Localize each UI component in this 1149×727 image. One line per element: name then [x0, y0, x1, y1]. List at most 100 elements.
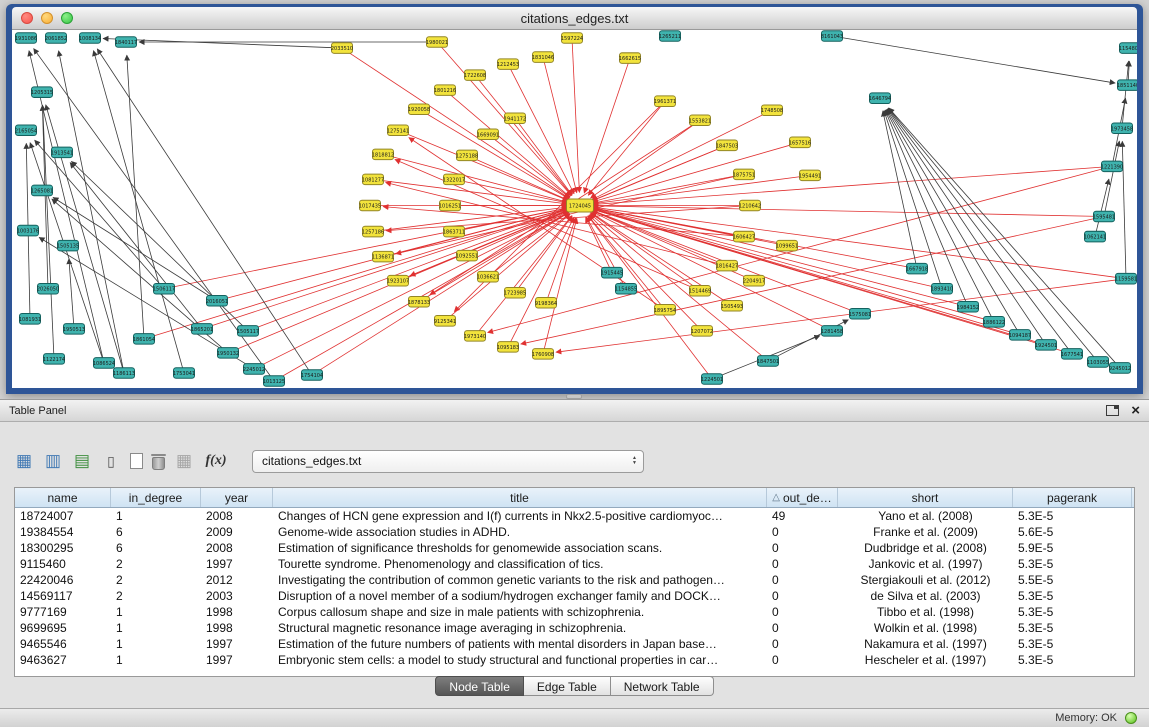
graph-node[interactable]: 1950513	[63, 324, 85, 335]
graph-edge-red[interactable]	[572, 38, 579, 192]
graph-edge-black[interactable]	[1095, 179, 1109, 237]
graph-node[interactable]: 1950132	[217, 348, 239, 359]
table-row[interactable]: 1938455462009Genome-wide association stu…	[15, 524, 1134, 540]
graph-edge-red[interactable]	[383, 154, 567, 202]
graph-node[interactable]: 1597224	[561, 33, 583, 44]
graph-edge-black[interactable]	[884, 111, 942, 289]
graph-node[interactable]: 1915445	[601, 267, 623, 278]
show-columns-icon[interactable]: ▥	[43, 451, 63, 471]
table-row[interactable]: 946362711997Embryonic stem cells: a mode…	[15, 652, 1134, 668]
graph-node[interactable]: 1895754	[654, 305, 676, 316]
graph-node[interactable]: 1008134	[79, 33, 101, 44]
function-builder-icon[interactable]: f(x)	[203, 451, 229, 471]
graph-node[interactable]: 9245012	[1109, 363, 1131, 374]
graph-node[interactable]: 1265211	[659, 31, 681, 42]
graph-node[interactable]: 1606427	[733, 231, 755, 242]
graph-node[interactable]: 1095183	[497, 342, 519, 353]
graph-edge-red[interactable]	[164, 208, 567, 289]
graph-node[interactable]: 1748508	[761, 105, 783, 116]
close-panel-icon[interactable]: ×	[1131, 404, 1140, 418]
graph-node[interactable]: 1016251	[439, 200, 461, 211]
close-window-button[interactable]	[21, 12, 33, 24]
graph-edge-black[interactable]	[42, 105, 48, 289]
graph-node[interactable]: 1595481	[1093, 211, 1115, 222]
column-header-name[interactable]: name	[15, 488, 111, 507]
graph-node[interactable]: 1092551	[456, 250, 478, 261]
column-header-short[interactable]: short	[838, 488, 1013, 507]
new-column-icon[interactable]	[130, 453, 143, 469]
graph-node[interactable]: 1861054	[133, 334, 155, 345]
graph-edge-red[interactable]	[543, 57, 577, 193]
graph-node[interactable]: 1847503	[716, 140, 738, 151]
graph-node[interactable]: 1840117	[115, 37, 137, 48]
graph-node[interactable]: 1657516	[789, 137, 811, 148]
graph-node[interactable]: 1931086	[15, 33, 37, 44]
tab-network-table[interactable]: Network Table	[611, 676, 714, 696]
graph-edge-black[interactable]	[94, 51, 185, 373]
graph-node[interactable]: 1980021	[426, 37, 448, 48]
graph-node[interactable]: 1754104	[301, 370, 323, 381]
graph-node[interactable]: 1818812	[372, 149, 394, 160]
graph-node[interactable]: 1136871	[372, 251, 394, 262]
minimize-window-button[interactable]	[41, 12, 53, 24]
network-graph-canvas[interactable]: 1724045183104612124531722608180121619200…	[12, 30, 1137, 388]
graph-edge-red[interactable]	[593, 175, 810, 203]
graph-edge-black[interactable]	[888, 109, 1072, 354]
graph-node[interactable]: 1893410	[931, 283, 953, 294]
graph-node[interactable]: 1003176	[17, 225, 39, 236]
column-header-out_degree[interactable]: △out_de…	[767, 488, 838, 507]
graph-node[interactable]: 1081277	[362, 174, 384, 185]
graph-node[interactable]: 1847501	[757, 356, 779, 367]
float-panel-icon[interactable]	[1106, 405, 1119, 416]
graph-node[interactable]: 1275141	[387, 125, 409, 136]
graph-node[interactable]: 1865201	[191, 324, 213, 335]
graph-edge-red[interactable]	[488, 166, 1112, 332]
table-row[interactable]: 1830029562008Estimation of significance …	[15, 540, 1134, 556]
graph-edge-red[interactable]	[419, 212, 569, 302]
graph-node[interactable]: 1514469	[689, 285, 711, 296]
graph-edge-red[interactable]	[398, 130, 568, 200]
graph-node[interactable]: 1760908	[532, 349, 554, 360]
graph-node[interactable]: 1924501	[1035, 340, 1057, 351]
graph-node[interactable]: 1103055	[1087, 357, 1109, 368]
graph-node[interactable]: 1322017	[443, 174, 465, 185]
graph-node[interactable]: 1224501	[701, 374, 723, 385]
table-row[interactable]: 946554611997Estimation of the future num…	[15, 636, 1134, 652]
graph-node[interactable]: 1210642	[739, 200, 761, 211]
graph-node[interactable]: 1831046	[532, 52, 554, 63]
graph-edge-red[interactable]	[593, 209, 968, 307]
graph-node[interactable]: 1505135	[57, 240, 79, 251]
graph-node[interactable]: 1863711	[443, 226, 465, 237]
column-header-title[interactable]: title	[273, 488, 767, 507]
graph-node[interactable]: 2165054	[15, 125, 37, 136]
graph-node[interactable]: 1275188	[456, 150, 478, 161]
graph-edge-red[interactable]	[248, 210, 568, 331]
graph-node[interactable]: 2026050	[37, 283, 59, 294]
graph-edge-black[interactable]	[885, 110, 968, 307]
table-row[interactable]: 977716911998Corpus callosum shape and si…	[15, 604, 1134, 620]
graph-edge-black[interactable]	[1104, 141, 1119, 217]
zoom-window-button[interactable]	[61, 12, 73, 24]
table-row[interactable]: 1872400712008Changes of HCN gene express…	[15, 508, 1134, 524]
graph-node[interactable]: 1081931	[19, 314, 41, 325]
graph-edge-red[interactable]	[584, 58, 630, 193]
graph-edge-black[interactable]	[1122, 61, 1129, 128]
graph-node[interactable]: 8161043	[821, 31, 843, 42]
graph-node[interactable]: 9198364	[535, 297, 557, 308]
import-table-icon[interactable]: ▦	[174, 451, 194, 471]
edit-table-icon[interactable]: ▤	[72, 451, 92, 471]
graph-node[interactable]: 1669091	[477, 129, 499, 140]
graph-node[interactable]: 1553821	[689, 115, 711, 126]
graph-edge-black[interactable]	[1122, 141, 1126, 278]
window-titlebar[interactable]: citations_edges.txt	[12, 7, 1137, 30]
graph-node[interactable]: 1159581	[1115, 273, 1137, 284]
graph-edge-black[interactable]	[43, 105, 54, 359]
citation-network-graph[interactable]: 1724045183104612124531722608180121619200…	[12, 30, 1137, 388]
graph-hub-node[interactable]: 1724045	[567, 199, 594, 212]
graph-edge-red[interactable]	[312, 212, 569, 375]
graph-edge-red[interactable]	[593, 142, 801, 202]
graph-node[interactable]: 2061852	[45, 33, 67, 44]
graph-node[interactable]: 1662615	[619, 53, 641, 64]
graph-node[interactable]: 1667918	[906, 263, 928, 274]
graph-node[interactable]: 1954491	[799, 170, 821, 181]
